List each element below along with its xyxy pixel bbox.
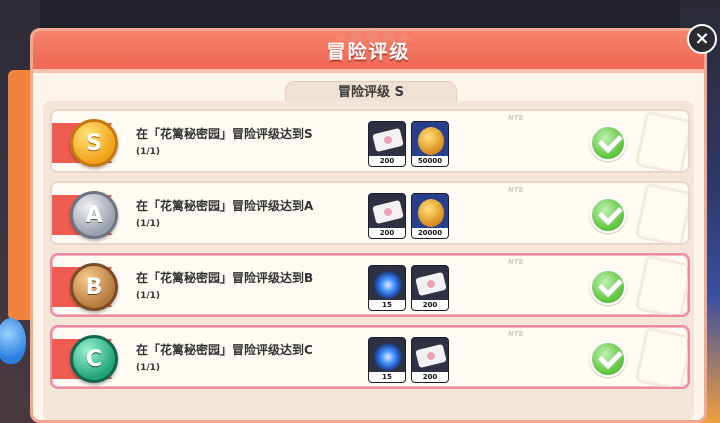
card-decoration bbox=[634, 183, 688, 243]
reward-ticket[interactable]: 200 bbox=[368, 193, 406, 239]
medal-a-icon: A bbox=[70, 191, 118, 239]
reward-ticket[interactable]: 200 bbox=[368, 121, 406, 167]
reward-ticket[interactable]: 200 bbox=[411, 265, 449, 311]
rewards: 15 200 bbox=[368, 337, 449, 383]
completed-check-icon bbox=[590, 341, 626, 377]
reward-coin[interactable]: 20000 bbox=[411, 193, 449, 239]
ticket-icon bbox=[415, 271, 447, 297]
rewards: 200 50000 bbox=[368, 121, 449, 167]
reward-orb[interactable]: 15 bbox=[368, 337, 406, 383]
orb-icon bbox=[374, 271, 402, 299]
header-stripe bbox=[33, 69, 704, 73]
reward-count: 200 bbox=[369, 156, 405, 166]
background-top bbox=[0, 0, 720, 30]
quest-progress: (1/1) bbox=[136, 147, 161, 157]
ticket-icon bbox=[372, 127, 404, 153]
card-decoration bbox=[634, 327, 688, 387]
list-item-rating-b: B 在「花篱秘密园」冒险评级达到B (1/1) NTE 15 200 bbox=[50, 253, 690, 317]
quest-progress: (1/1) bbox=[136, 363, 161, 373]
reward-coin[interactable]: 50000 bbox=[411, 121, 449, 167]
reward-count: 15 bbox=[369, 300, 405, 310]
reward-count: 20000 bbox=[412, 228, 448, 238]
ticket-icon bbox=[415, 343, 447, 369]
panel-title: 冒险评级 bbox=[326, 41, 411, 63]
medal-b-icon: B bbox=[70, 263, 118, 311]
medal-c-icon: C bbox=[70, 335, 118, 383]
ticket-icon bbox=[372, 199, 404, 225]
watermark-tag: NTE bbox=[508, 258, 524, 266]
card-decoration bbox=[634, 111, 688, 171]
completed-check-icon bbox=[590, 269, 626, 305]
quest-title: 在「花篱秘密园」冒险评级达到A bbox=[136, 199, 314, 213]
quest-title: 在「花篱秘密园」冒险评级达到C bbox=[136, 343, 313, 357]
watermark-tag: NTE bbox=[508, 114, 524, 122]
card-decoration bbox=[634, 255, 688, 315]
watermark-tag: NTE bbox=[508, 330, 524, 338]
reward-count: 200 bbox=[412, 372, 448, 382]
completed-check-icon bbox=[590, 125, 626, 161]
quest-title: 在「花篱秘密园」冒险评级达到S bbox=[136, 127, 313, 141]
adventure-rating-panel: 冒险评级 冒险评级 S S 在「花篱秘密园」冒险评级达到S (1/1) NTE … bbox=[30, 28, 707, 423]
medal-s-icon: S bbox=[70, 119, 118, 167]
coin-icon bbox=[418, 199, 444, 227]
list-item-rating-a: A 在「花篱秘密园」冒险评级达到A (1/1) NTE 200 20000 bbox=[50, 181, 690, 245]
rewards: 200 20000 bbox=[368, 193, 449, 239]
reward-orb[interactable]: 15 bbox=[368, 265, 406, 311]
quest-title: 在「花篱秘密园」冒险评级达到B bbox=[136, 271, 314, 285]
list-item-rating-c: C 在「花篱秘密园」冒险评级达到C (1/1) NTE 15 200 bbox=[50, 325, 690, 389]
reward-count: 200 bbox=[369, 228, 405, 238]
quest-progress: (1/1) bbox=[136, 219, 161, 229]
close-button[interactable]: × bbox=[687, 24, 717, 54]
panel-header: 冒险评级 bbox=[33, 31, 704, 73]
balloon-decoration bbox=[0, 318, 26, 364]
watermark-tag: NTE bbox=[508, 186, 524, 194]
list-item-rating-s: S 在「花篱秘密园」冒险评级达到S (1/1) NTE 200 50000 bbox=[50, 109, 690, 173]
coin-icon bbox=[418, 127, 444, 155]
orb-icon bbox=[374, 343, 402, 371]
reward-count: 50000 bbox=[412, 156, 448, 166]
quest-progress: (1/1) bbox=[136, 291, 161, 301]
reward-count: 200 bbox=[412, 300, 448, 310]
completed-check-icon bbox=[590, 197, 626, 233]
reward-ticket[interactable]: 200 bbox=[411, 337, 449, 383]
reward-count: 15 bbox=[369, 372, 405, 382]
rewards: 15 200 bbox=[368, 265, 449, 311]
